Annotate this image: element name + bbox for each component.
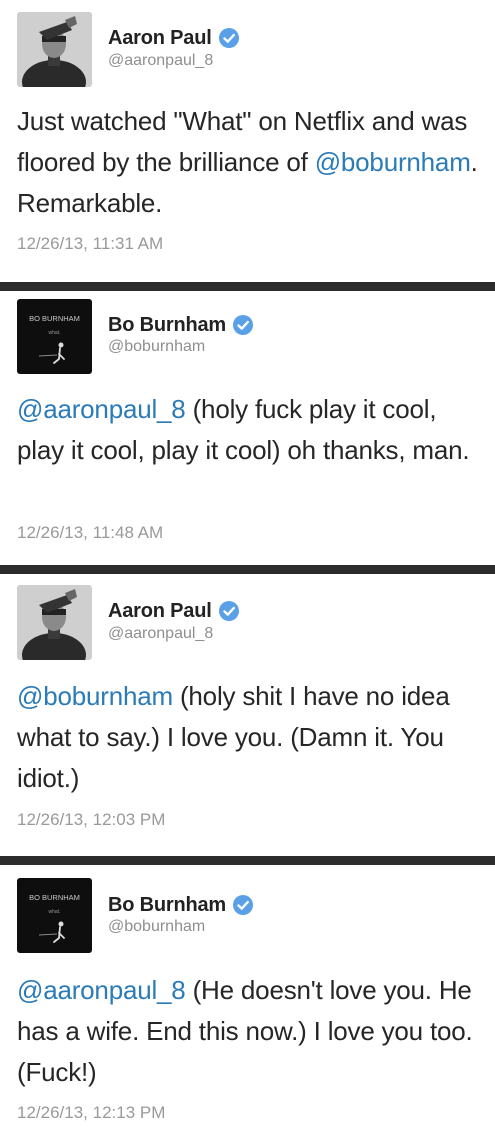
display-name[interactable]: Bo Burnham <box>108 314 226 337</box>
display-name[interactable]: Aaron Paul <box>108 600 212 623</box>
mention-link[interactable]: @aaronpaul_8 <box>17 975 186 1005</box>
user-handle[interactable]: @boburnham <box>108 918 205 936</box>
album-title-text: BO BURNHAM <box>29 314 80 323</box>
tweet-timestamp[interactable]: 12/26/13, 11:48 AM <box>17 523 163 543</box>
author-name-row: Bo Burnham <box>108 313 254 337</box>
tweet-text: @boburnham (holy shit I have no idea wha… <box>17 676 482 799</box>
author-name-row: Aaron Paul <box>108 26 240 50</box>
tweet-card[interactable]: BO BURNHAM what. Bo Burnham @boburnham @… <box>0 291 495 565</box>
verified-badge-icon <box>232 894 254 916</box>
tweet-card[interactable]: BO BURNHAM what. Bo Burnham @boburnham @… <box>0 865 495 1148</box>
album-subtitle-text: what. <box>49 909 61 915</box>
bo-burnham-album-avatar-icon[interactable]: BO BURNHAM what. <box>17 299 92 374</box>
mention-link[interactable]: @boburnham <box>17 681 173 711</box>
mention-link[interactable]: @boburnham <box>315 147 471 177</box>
bo-burnham-album-avatar-icon[interactable]: BO BURNHAM what. <box>17 878 92 953</box>
verified-badge-icon <box>232 314 254 336</box>
tweet-timestamp[interactable]: 12/26/13, 11:31 AM <box>17 234 163 254</box>
mention-link[interactable]: @aaronpaul_8 <box>17 394 186 424</box>
tweet-card[interactable]: Aaron Paul @aaronpaul_8 @boburnham (holy… <box>0 574 495 856</box>
tweet-separator <box>0 282 495 291</box>
album-subtitle-text: what. <box>49 330 61 336</box>
tweet-text: Just watched "What" on Netflix and was f… <box>17 101 482 224</box>
tweet-separator <box>0 565 495 574</box>
tweet-text: @aaronpaul_8 (holy fuck play it cool, pl… <box>17 389 482 471</box>
aaron-paul-avatar-icon[interactable] <box>17 585 92 660</box>
display-name[interactable]: Bo Burnham <box>108 894 226 917</box>
user-handle[interactable]: @boburnham <box>108 338 205 356</box>
verified-badge-icon <box>218 27 240 49</box>
tweet-feed: Aaron Paul @aaronpaul_8 Just watched "Wh… <box>0 0 495 1148</box>
user-handle[interactable]: @aaronpaul_8 <box>108 52 213 70</box>
tweet-card[interactable]: Aaron Paul @aaronpaul_8 Just watched "Wh… <box>0 0 495 282</box>
user-handle[interactable]: @aaronpaul_8 <box>108 625 213 643</box>
author-name-row: Bo Burnham <box>108 893 254 917</box>
display-name[interactable]: Aaron Paul <box>108 27 212 50</box>
album-title-text: BO BURNHAM <box>29 893 80 902</box>
tweet-timestamp[interactable]: 12/26/13, 12:03 PM <box>17 810 165 830</box>
author-name-row: Aaron Paul <box>108 599 240 623</box>
tweet-text: @aaronpaul_8 (He doesn't love you. He ha… <box>17 970 482 1093</box>
tweet-separator <box>0 856 495 865</box>
tweet-timestamp[interactable]: 12/26/13, 12:13 PM <box>17 1103 165 1123</box>
aaron-paul-avatar-icon[interactable] <box>17 12 92 87</box>
verified-badge-icon <box>218 600 240 622</box>
